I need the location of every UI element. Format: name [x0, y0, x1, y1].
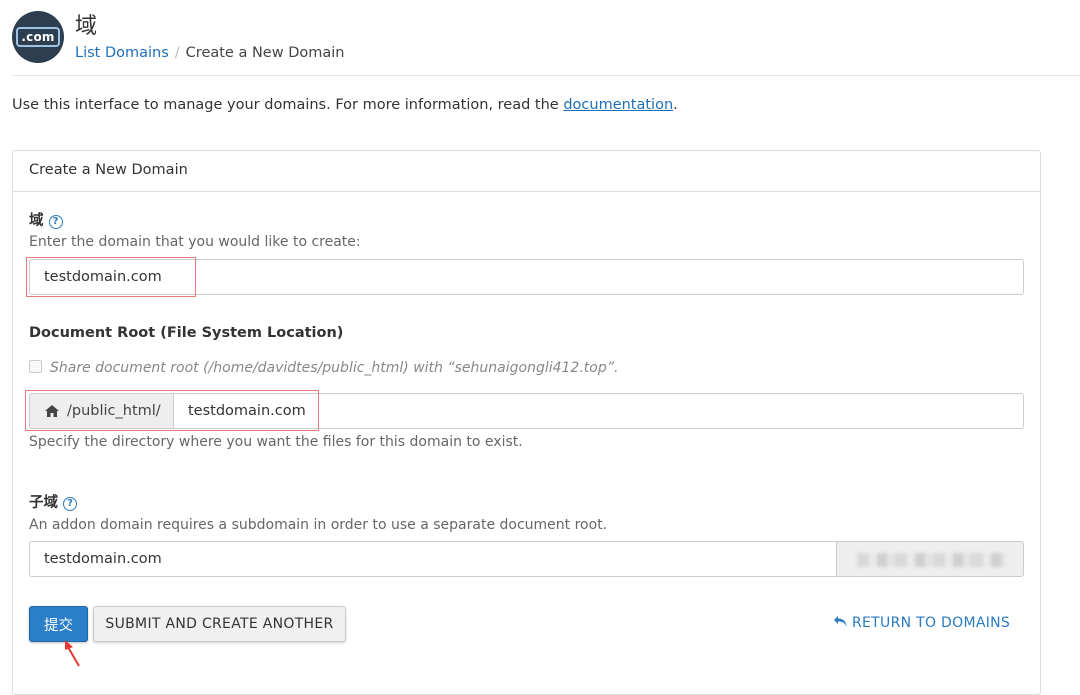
docroot-highlight-box — [25, 390, 319, 431]
docroot-label: Document Root (File System Location) — [29, 325, 344, 341]
return-to-domains-text: RETURN TO DOMAINS — [852, 615, 1011, 631]
domains-logo: .com — [12, 11, 64, 63]
domain-help-icon[interactable]: ? — [48, 215, 63, 229]
breadcrumb-separator: / — [174, 45, 180, 61]
docroot-hint: Specify the directory where you want the… — [29, 434, 523, 450]
domain-highlight-box — [26, 257, 196, 297]
submit-button[interactable]: 提交 — [29, 606, 88, 642]
return-arrow-icon — [834, 616, 847, 627]
share-docroot-checkbox[interactable] — [29, 360, 42, 373]
domain-hint: Enter the domain that you would like to … — [29, 234, 361, 250]
subdomain-help-icon[interactable]: ? — [63, 497, 77, 511]
share-docroot-row: Share document root (/home/davidtes/publ… — [29, 360, 618, 376]
logo-text: .com — [16, 27, 60, 47]
panel-header: Create a New Domain — [12, 150, 1041, 192]
subdomain-label: 子域? — [29, 491, 77, 512]
breadcrumb-current: Create a New Domain — [185, 45, 345, 61]
intro-text: Use this interface to manage your domain… — [12, 97, 678, 113]
subdomain-suffix — [836, 541, 1024, 577]
header-divider — [12, 75, 1080, 76]
blurred-domain-suffix — [857, 553, 1005, 567]
subdomain-label-text: 子域 — [29, 495, 58, 511]
share-docroot-text: Share document root (/home/davidtes/publ… — [50, 360, 619, 376]
submit-and-create-another-button[interactable]: SUBMIT AND CREATE ANOTHER — [93, 606, 346, 642]
return-to-domains-link[interactable]: RETURN TO DOMAINS — [833, 615, 1010, 631]
page-title: 域 — [75, 14, 98, 39]
subdomain-input[interactable] — [29, 541, 837, 577]
subdomain-hint: An addon domain requires a subdomain in … — [29, 517, 608, 533]
breadcrumb: List Domains / Create a New Domain — [75, 45, 344, 61]
domain-label-text: 域 — [29, 213, 44, 229]
domain-label: 域? — [29, 209, 63, 230]
annotation-arrow-icon — [65, 640, 80, 667]
documentation-link[interactable]: documentation — [563, 97, 673, 113]
intro-body: Use this interface to manage your domain… — [12, 97, 564, 113]
breadcrumb-list-domains-link[interactable]: List Domains — [75, 45, 169, 61]
intro-end: . — [673, 97, 678, 113]
panel-title: Create a New Domain — [29, 162, 188, 178]
